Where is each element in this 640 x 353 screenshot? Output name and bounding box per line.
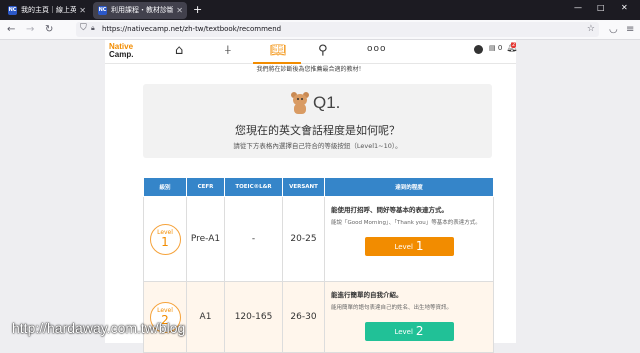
description-text: 能用簡單的語句表達自己的姓名、出生地等資訊。: [331, 305, 453, 311]
browser-tab-strip: NC 我的主頁｜線上英語會話就業(N ✕ NC 利用課程・教材診斷不再盲選( ✕…: [0, 0, 640, 20]
versant-cell: 26-30: [282, 281, 325, 353]
intro-text: 我們將在診斷後為您推薦最合適的教材！: [256, 66, 365, 73]
reload-icon[interactable]: ↻: [45, 23, 53, 37]
select-level-1-button[interactable]: Level 1: [364, 237, 454, 256]
level-cell: Level 1: [143, 196, 187, 282]
level-table: 級別 CEFR TOEIC®L&R VERSANT 達到的程度 Level 1 …: [143, 177, 494, 353]
level-badge: Level 1: [149, 223, 181, 255]
cefr-cell: Pre-A1: [186, 196, 225, 282]
url-text[interactable]: https://nativecamp.net/zh-tw/textbook/re…: [102, 22, 281, 37]
forward-arrow-icon[interactable]: →: [26, 23, 34, 37]
description-cell: 能進行簡單的自我介紹。 能用簡單的語句表達自己的姓名、出生地等資訊。 Level…: [324, 281, 494, 353]
description-cell: 能使用打招呼、問好等基本的表達方式。 能說「Good Morning」、「Tha…: [324, 196, 494, 282]
bookmark-star-icon[interactable]: ☆: [587, 22, 595, 37]
description-title: 能進行簡單的自我介紹。: [331, 291, 403, 299]
toeic-cell: 120-165: [224, 281, 283, 353]
versant-cell: 20-25: [282, 196, 325, 282]
address-bar[interactable]: ⛉ 🔒︎ https://nativecamp.net/zh-tw/textbo…: [76, 22, 599, 37]
new-tab-button[interactable]: +: [193, 2, 202, 18]
column-header-level: 級別: [143, 177, 187, 197]
blog-watermark: http://hardaway.com.tw/blog: [12, 320, 186, 336]
question-subtitle: 請從下方表格內選擇自己符合的等級按鈕（Level1~10）。: [233, 142, 402, 150]
coin-count[interactable]: ▤ 0: [489, 44, 502, 52]
search-icon[interactable]: ⚲: [318, 42, 328, 60]
cefr-cell: A1: [186, 281, 225, 353]
browser-nav-bar: ← → ↻ ⛉ 🔒︎ https://nativecamp.net/zh-tw/…: [0, 20, 640, 40]
site-header: Native Camp. ⌂ ⍭ 📖︎ ⚲ ooo ▤ 0 🔔︎ 2: [105, 40, 517, 64]
column-header-proficiency: 達到的程度: [324, 177, 494, 197]
tab-title: 利用課程・教材診斷不再盲選(: [111, 6, 173, 14]
pocket-icon[interactable]: ◡: [609, 23, 618, 37]
page-content: Native Camp. ⌂ ⍭ 📖︎ ⚲ ooo ▤ 0 🔔︎ 2 我們將在診…: [105, 40, 517, 353]
question-title: 您現在的英文會話程度是如何呢？: [235, 124, 400, 137]
menu-icon[interactable]: ≡: [626, 23, 634, 37]
close-tab-icon[interactable]: ✕: [176, 2, 183, 19]
notification-badge: 2: [511, 42, 517, 48]
teacher-icon[interactable]: ⍭: [224, 42, 232, 60]
shield-icon[interactable]: ⛉: [80, 23, 87, 33]
description-title: 能使用打招呼、問好等基本的表達方式。: [331, 206, 448, 214]
minimize-button[interactable]: —: [574, 3, 582, 12]
column-header-toeic: TOEIC®L&R: [224, 177, 283, 197]
close-tab-icon[interactable]: ✕: [79, 2, 86, 19]
book-icon[interactable]: 📖︎: [270, 42, 287, 60]
nativecamp-favicon-icon: NC: [8, 6, 17, 15]
description-text: 能說「Good Morning」、「Thank you」等基本的表達方式。: [331, 220, 481, 226]
nativecamp-logo[interactable]: Native Camp.: [109, 43, 133, 59]
column-header-versant: VERSANT: [282, 177, 325, 197]
column-header-cefr: CEFR: [186, 177, 225, 197]
bear-mascot-icon: [291, 92, 309, 114]
select-level-2-button[interactable]: Level 2: [364, 322, 454, 341]
nativecamp-favicon-icon: NC: [98, 6, 107, 15]
tab-title: 我的主頁｜線上英語會話就業(N: [21, 6, 76, 14]
back-arrow-icon[interactable]: ←: [7, 23, 15, 37]
more-icon[interactable]: ooo: [367, 44, 387, 54]
close-window-button[interactable]: ✕: [621, 3, 628, 12]
browser-tab-active[interactable]: NC 利用課程・教材診斷不再盲選( ✕: [93, 2, 187, 19]
table-header-row: 級別 CEFR TOEIC®L&R VERSANT 達到的程度: [143, 177, 494, 197]
question-number: Q1.: [313, 93, 341, 112]
table-row: Level 2 A1 120-165 26-30 能進行簡單的自我介紹。 能用簡…: [143, 281, 494, 353]
table-row: Level 1 Pre-A1 - 20-25 能使用打招呼、問好等基本的表達方式…: [143, 196, 494, 282]
maximize-button[interactable]: □: [597, 3, 605, 12]
lock-icon[interactable]: 🔒︎: [91, 24, 95, 33]
home-icon[interactable]: ⌂: [175, 42, 183, 60]
browser-tab-home[interactable]: NC 我的主頁｜線上英語會話就業(N ✕: [3, 2, 90, 19]
avatar[interactable]: [474, 45, 483, 54]
level-cell: Level 2: [143, 281, 187, 353]
question-box: Q1. 您現在的英文會話程度是如何呢？ 請從下方表格內選擇自己符合的等級按鈕（L…: [143, 84, 492, 158]
toeic-cell: -: [224, 196, 283, 282]
